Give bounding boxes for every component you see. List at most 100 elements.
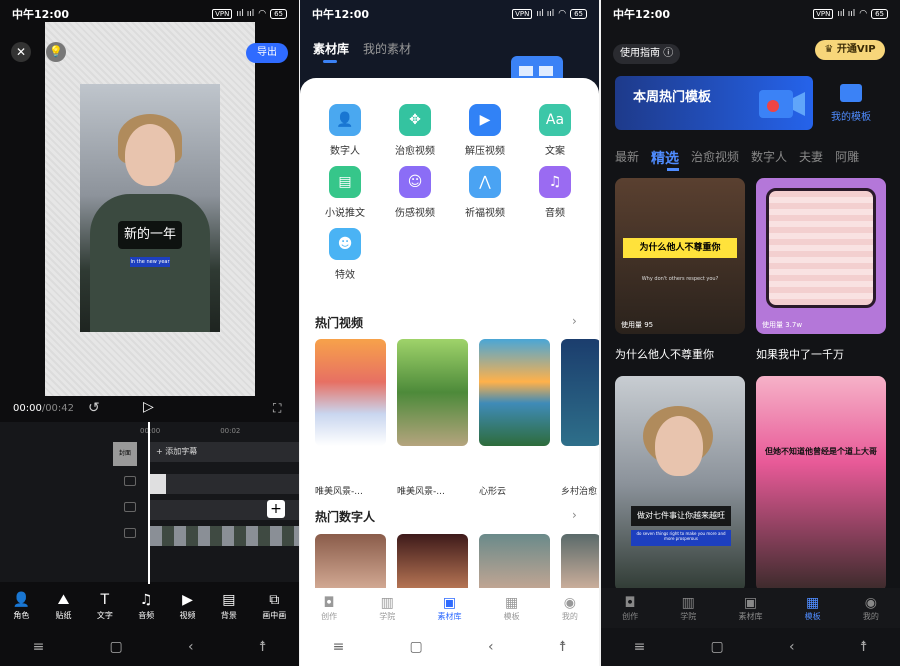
category-decompress[interactable]: ▶ 解压视频 (450, 104, 520, 166)
add-subtitle-track[interactable]: + 添加字幕 (150, 442, 299, 462)
template-title: 如果我中了一千万 (756, 348, 844, 361)
nav-templates[interactable]: ▦ 模板 (504, 595, 520, 622)
playhead[interactable] (148, 422, 150, 584)
card-caption: 为什么他人不尊重你 (623, 238, 737, 258)
create-icon: ◘ (323, 594, 335, 611)
template-card[interactable]: 但她不知道他曾经是个道上大哥 (756, 376, 886, 592)
nav-library[interactable]: ▣ 素材库 (437, 595, 461, 622)
nav-create[interactable]: ◘ 创作 (321, 595, 337, 622)
text-track[interactable] (150, 474, 299, 494)
track-icon-main (124, 528, 136, 538)
menu-icon[interactable]: ≡ (634, 639, 646, 655)
healing-icon: ✥ (399, 104, 431, 136)
human-thumbnail[interactable] (561, 534, 599, 594)
home-icon[interactable]: ▢ (410, 639, 423, 655)
caption-sub[interactable]: In the new year (130, 257, 170, 267)
video-preview[interactable] (80, 84, 220, 332)
main-video-track[interactable] (150, 526, 299, 546)
chevron-right-icon[interactable]: › (572, 508, 577, 522)
clip-handle[interactable] (150, 474, 166, 494)
category-digital-human[interactable]: 👤 数字人 (310, 104, 380, 166)
hot-videos-list (315, 339, 599, 446)
my-templates-button[interactable]: 我的模板 (831, 84, 871, 123)
home-icon[interactable]: ▢ (711, 639, 724, 655)
tool-sticker[interactable]: ⛰ 贴纸 (55, 592, 71, 621)
menu-icon[interactable]: ≡ (33, 639, 45, 655)
accessibility-icon[interactable]: ☨ (559, 639, 567, 655)
hot-templates-banner[interactable]: 本周热门模板 (615, 76, 813, 130)
tab-my-assets[interactable]: 我的素材 (363, 40, 411, 57)
category-effects[interactable]: ☻ 特效 (310, 228, 380, 290)
background-icon: ▤ (222, 592, 236, 608)
undo-icon[interactable]: ↺ (88, 400, 100, 416)
menu-icon[interactable]: ≡ (333, 639, 345, 655)
nav-mine[interactable]: ◉ 我的 (863, 595, 879, 622)
tab-underline (667, 168, 679, 171)
nav-academy[interactable]: ▥ 学院 (680, 595, 696, 622)
template-card[interactable]: 为什么他人不尊重你 Why don't others respect you? … (615, 178, 745, 334)
caption-main[interactable]: 新的一年 (118, 221, 182, 249)
tool-video[interactable]: ▶ 视频 (180, 592, 196, 621)
cover-thumbnail[interactable]: 封面 (113, 442, 137, 466)
human-thumbnail[interactable] (479, 534, 550, 594)
category-audio[interactable]: ♫ 音频 (520, 166, 590, 228)
nav-library[interactable]: ▣ 素材库 (738, 595, 762, 622)
nav-templates[interactable]: ▦ 模板 (805, 595, 821, 622)
tab-latest[interactable]: 最新 (615, 148, 639, 168)
video-thumbnail[interactable] (561, 339, 599, 446)
avatar-face (125, 124, 175, 186)
category-sad[interactable]: ☺ 伤感视频 (380, 166, 450, 228)
template-card[interactable]: 使用量 3.7w (756, 178, 886, 334)
play-icon: ▶ (469, 104, 501, 136)
home-icon[interactable]: ▢ (110, 639, 123, 655)
human-thumbnail[interactable] (315, 534, 386, 594)
video-thumbnail[interactable] (315, 339, 386, 446)
bulb-icon[interactable]: 💡 (46, 42, 66, 62)
person-icon: 👤 (329, 104, 361, 136)
hot-humans-title: 热门数字人 (315, 510, 376, 524)
play-icon[interactable]: ▷ (143, 399, 154, 415)
tab-digital-human[interactable]: 数字人 (751, 148, 787, 168)
tool-text[interactable]: T 文字 (97, 592, 113, 621)
tab-couple[interactable]: 夫妻 (799, 148, 823, 168)
status-icons: VPN ııl ııl ◠ 65 (512, 9, 587, 19)
category-copywriting[interactable]: Aa 文案 (520, 104, 590, 166)
tool-background[interactable]: ▤ 背景 (221, 592, 237, 621)
track-icon-video (124, 502, 136, 512)
plaid-frame (766, 188, 876, 308)
tab-library[interactable]: 素材库 (313, 40, 349, 57)
guide-button[interactable]: 使用指南 ⓘ (613, 44, 681, 64)
folder-icon (840, 84, 862, 102)
accessibility-icon[interactable]: ☨ (259, 639, 267, 655)
tab-healing[interactable]: 治愈视频 (691, 148, 739, 168)
fullscreen-icon[interactable]: ⛶ (273, 401, 281, 416)
human-thumbnail[interactable] (397, 534, 468, 594)
category-novel[interactable]: ▤ 小说推文 (310, 166, 380, 228)
export-button[interactable]: 导出 (246, 43, 288, 63)
tool-audio[interactable]: ♫ 音频 (138, 592, 154, 621)
add-clip-button[interactable]: + (267, 500, 285, 518)
status-time: 中午12:00 (312, 8, 370, 21)
video-thumbnail[interactable] (479, 339, 550, 446)
vip-button[interactable]: ♛ 开通VIP (815, 40, 885, 60)
card-caption: 但她不知道他曾经是个道上大哥 (765, 447, 877, 456)
back-icon[interactable]: ‹ (789, 639, 795, 655)
timeline[interactable]: 00:00 00:02 封面 + 添加字幕 + (0, 422, 299, 584)
nav-create[interactable]: ◘ 创作 (622, 595, 638, 622)
accessibility-icon[interactable]: ☨ (860, 639, 868, 655)
nav-academy[interactable]: ▥ 学院 (379, 595, 395, 622)
tab-adiao[interactable]: 阿雕 (835, 148, 859, 168)
tool-role[interactable]: 👤 角色 (13, 592, 30, 621)
close-icon[interactable]: ✕ (11, 42, 31, 62)
template-card[interactable]: 做对七件事让你越来越旺 do seven things right to mak… (615, 376, 745, 592)
nav-mine[interactable]: ◉ 我的 (562, 595, 578, 622)
back-icon[interactable]: ‹ (488, 639, 494, 655)
tool-pip[interactable]: ⧉ 画中画 (262, 592, 286, 621)
video-thumbnail[interactable] (397, 339, 468, 446)
category-healing[interactable]: ✥ 治愈视频 (380, 104, 450, 166)
tab-featured[interactable]: 精选 (651, 148, 679, 168)
category-blessing[interactable]: ⋀ 祈福视频 (450, 166, 520, 228)
chevron-right-icon[interactable]: › (572, 314, 577, 328)
card-subcaption: do seven things right to make you more a… (631, 530, 731, 546)
back-icon[interactable]: ‹ (188, 639, 194, 655)
